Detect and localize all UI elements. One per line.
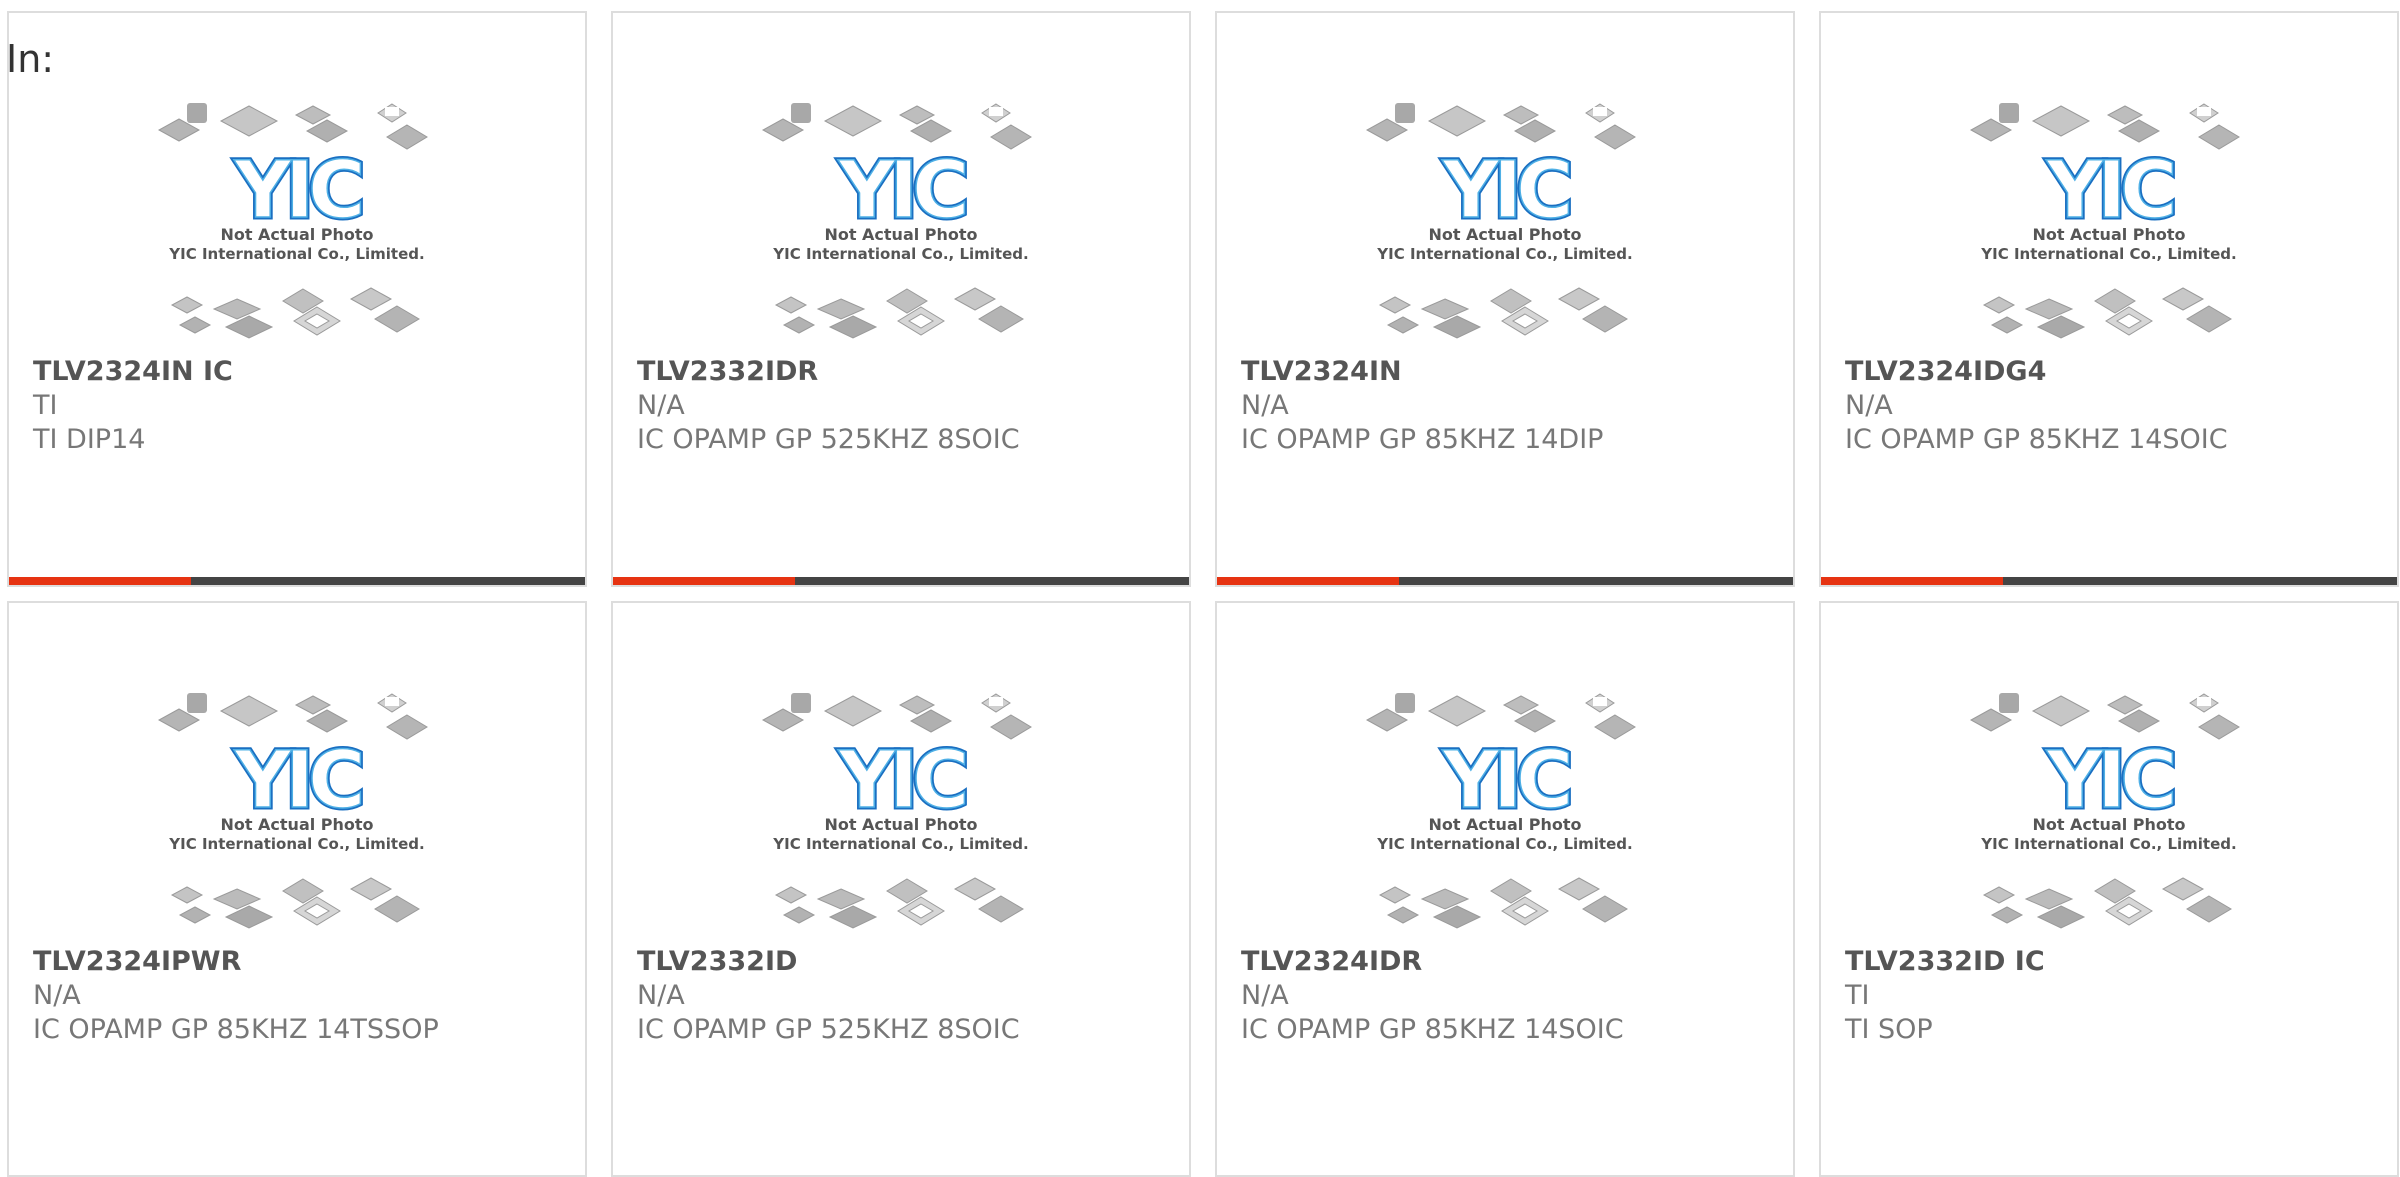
product-info: TLV2324IN N/A IC OPAMP GP 85KHZ 14DIP [1241,355,1781,457]
part-number-link[interactable]: TLV2324IN [1241,355,1781,389]
svg-text:YIC International Co., Limited: YIC International Co., Limited. [1980,245,2236,263]
svg-text:Not Actual Photo: Not Actual Photo [1428,225,1581,244]
product-info: TLV2324IN IC TI TI DIP14 [33,355,573,457]
card-accent-highlight [1821,577,2003,585]
part-number-link[interactable]: TLV2324IDR [1241,945,1781,979]
product-info: TLV2324IDG4 N/A IC OPAMP GP 85KHZ 14SOIC [1845,355,2385,457]
svg-text:YIC International Co., Limited: YIC International Co., Limited. [168,835,424,853]
description-text: IC OPAMP GP 85KHZ 14SOIC [1241,1014,1624,1045]
description-text: TI DIP14 [33,424,146,455]
product-card[interactable]: YIC YIC Not Actual Photo YIC International … [611,601,1191,1177]
chip-placeholder-icon: YICYICNot Actual PhotoYIC International … [157,693,428,929]
svg-text:Not Actual Photo: Not Actual Photo [824,815,977,834]
product-thumbnail[interactable]: YIC YIC Not Actual Photo YIC International … [9,95,585,353]
svg-text:YIC: YIC [838,736,966,826]
svg-text:Not Actual Photo: Not Actual Photo [220,225,373,244]
svg-text:YIC International Co., Limited: YIC International Co., Limited. [1376,245,1632,263]
product-thumbnail[interactable]: YIC YIC Not Actual Photo YIC International … [613,685,1189,943]
svg-text:YIC: YIC [1442,146,1570,236]
svg-text:YIC International Co., Limited: YIC International Co., Limited. [772,245,1028,263]
svg-text:YIC International Co., Limited: YIC International Co., Limited. [1376,835,1632,853]
product-thumbnail[interactable]: YIC YIC Not Actual Photo YIC International … [9,685,585,943]
product-thumbnail[interactable]: YIC YIC Not Actual Photo YIC International … [613,95,1189,353]
product-info: TLV2324IPWR N/A IC OPAMP GP 85KHZ 14TSSO… [33,945,573,1047]
chip-placeholder-icon: YICYICNot Actual PhotoYIC International … [1969,103,2240,339]
card-accent-highlight [9,577,191,585]
svg-text:YIC International Co., Limited: YIC International Co., Limited. [168,245,424,263]
manufacturer-text: N/A [1241,980,1289,1011]
svg-text:YIC International Co., Limited: YIC International Co., Limited. [772,835,1028,853]
card-accent-highlight [613,577,795,585]
description-text: IC OPAMP GP 525KHZ 8SOIC [637,1014,1020,1045]
svg-text:YIC: YIC [234,146,362,236]
product-card[interactable]: YIC YIC Not Actual Photo YIC International … [1215,11,1795,587]
product-card[interactable]: YIC YIC Not Actual Photo YIC International … [1819,601,2399,1177]
part-number-link[interactable]: TLV2324IN IC [33,355,573,389]
product-thumbnail[interactable]: YIC YIC Not Actual Photo YIC International … [1821,95,2397,353]
manufacturer-text: N/A [33,980,81,1011]
svg-text:YIC: YIC [838,146,966,236]
product-info: TLV2332IDR N/A IC OPAMP GP 525KHZ 8SOIC [637,355,1177,457]
svg-text:YIC International Co., Limited: YIC International Co., Limited. [1980,835,2236,853]
svg-text:Not Actual Photo: Not Actual Photo [2032,815,2185,834]
product-info: TLV2324IDR N/A IC OPAMP GP 85KHZ 14SOIC [1241,945,1781,1047]
description-text: IC OPAMP GP 85KHZ 14TSSOP [33,1014,439,1045]
description-text: IC OPAMP GP 85KHZ 14DIP [1241,424,1604,455]
manufacturer-text: N/A [637,980,685,1011]
card-accent-bar [613,577,1189,585]
product-thumbnail[interactable]: YIC YIC Not Actual Photo YIC International … [1217,95,1793,353]
product-info: TLV2332ID IC TI TI SOP [1845,945,2385,1047]
product-card[interactable]: YIC YIC Not Actual Photo YIC International … [1819,11,2399,587]
chip-placeholder-icon: YICYICNot Actual PhotoYIC International … [761,693,1032,929]
card-accent-bar [1217,577,1793,585]
description-text: IC OPAMP GP 85KHZ 14SOIC [1845,424,2228,455]
product-thumbnail[interactable]: YIC YIC Not Actual Photo YIC International … [1217,685,1793,943]
svg-text:YIC: YIC [1442,736,1570,826]
svg-text:Not Actual Photo: Not Actual Photo [824,225,977,244]
chip-placeholder-icon: YICYICNot Actual PhotoYIC International … [1365,693,1636,929]
chip-placeholder-icon: YICYICNot Actual PhotoYIC International … [1969,693,2240,929]
card-accent-highlight [1217,577,1399,585]
svg-text:Not Actual Photo: Not Actual Photo [2032,225,2185,244]
chip-placeholder-icon: YICYICNot Actual PhotoYIC International … [157,103,428,339]
page-label: In: [6,37,55,81]
part-number-link[interactable]: TLV2332IDR [637,355,1177,389]
part-number-link[interactable]: TLV2324IPWR [33,945,573,979]
svg-text:YIC: YIC [2046,736,2174,826]
product-card[interactable]: YIC YIC Not Actual Photo YIC International … [611,11,1191,587]
part-number-link[interactable]: TLV2324IDG4 [1845,355,2385,389]
manufacturer-text: N/A [1845,390,1893,421]
chip-placeholder-icon: YICYICNot Actual PhotoYIC International … [1365,103,1636,339]
manufacturer-text: N/A [1241,390,1289,421]
product-grid: YIC YIC Not Actual Photo YIC International … [7,11,2399,1177]
chip-placeholder-icon: YICYICNot Actual PhotoYIC International … [761,103,1032,339]
product-info: TLV2332ID N/A IC OPAMP GP 525KHZ 8SOIC [637,945,1177,1047]
product-card[interactable]: YIC YIC Not Actual Photo YIC International … [1215,601,1795,1177]
svg-text:Not Actual Photo: Not Actual Photo [1428,815,1581,834]
card-accent-bar [1821,577,2397,585]
description-text: IC OPAMP GP 525KHZ 8SOIC [637,424,1020,455]
part-number-link[interactable]: TLV2332ID IC [1845,945,2385,979]
manufacturer-text: TI [33,390,58,421]
part-number-link[interactable]: TLV2332ID [637,945,1177,979]
svg-text:YIC: YIC [2046,146,2174,236]
product-card[interactable]: YIC YIC Not Actual Photo YIC International … [7,11,587,587]
svg-text:YIC: YIC [234,736,362,826]
manufacturer-text: TI [1845,980,1870,1011]
manufacturer-text: N/A [637,390,685,421]
product-card[interactable]: YIC YIC Not Actual Photo YIC International … [7,601,587,1177]
description-text: TI SOP [1845,1014,1933,1045]
product-thumbnail[interactable]: YIC YIC Not Actual Photo YIC International … [1821,685,2397,943]
svg-text:Not Actual Photo: Not Actual Photo [220,815,373,834]
card-accent-bar [9,577,585,585]
